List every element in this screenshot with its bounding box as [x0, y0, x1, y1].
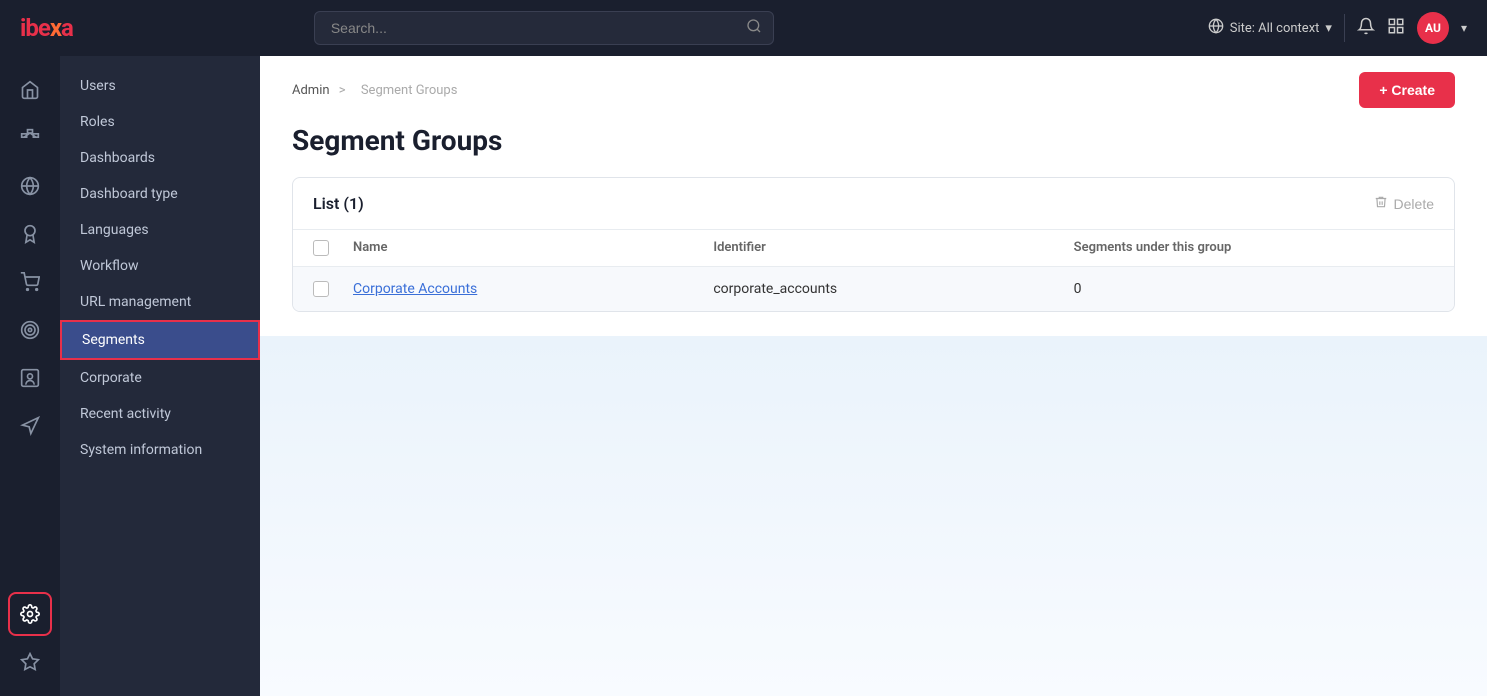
sidebar-icon-diagram[interactable]	[8, 116, 52, 160]
sidebar-item-workflow[interactable]: Workflow	[60, 248, 260, 284]
cell-segments-count: 0	[1074, 281, 1434, 297]
corporate-accounts-link[interactable]: Corporate Accounts	[353, 281, 477, 297]
main-layout: Users Roles Dashboards Dashboard type La…	[0, 56, 1487, 696]
sidebar-item-recent-activity[interactable]: Recent activity	[60, 396, 260, 432]
sidebar-icon-cart[interactable]	[8, 260, 52, 304]
chevron-down-icon: ▾	[1325, 21, 1332, 36]
select-all-checkbox[interactable]	[313, 240, 329, 256]
list-header: List (1) Delete	[293, 178, 1454, 230]
sidebar-icon-globe[interactable]	[8, 164, 52, 208]
search-icon	[746, 18, 762, 38]
top-navigation: ibexa Site: All context ▾ AU ▾	[0, 0, 1487, 56]
site-label: Site: All context	[1230, 21, 1320, 36]
sidebar-icon-person-badge[interactable]	[8, 356, 52, 400]
cell-name: Corporate Accounts	[353, 281, 713, 297]
content-bottom	[260, 336, 1487, 696]
icon-sidebar	[0, 56, 60, 696]
nav-divider	[1344, 14, 1345, 42]
sidebar-icon-gear[interactable]	[8, 592, 52, 636]
content-header: Admin > Segment Groups + Create	[260, 56, 1487, 108]
search-bar-container	[314, 11, 774, 45]
grid-icon[interactable]	[1387, 17, 1405, 40]
avatar[interactable]: AU	[1417, 12, 1449, 44]
sidebar-icon-target[interactable]	[8, 308, 52, 352]
sidebar-item-system-information[interactable]: System information	[60, 432, 260, 468]
page-title: Segment Groups	[260, 108, 1487, 177]
trash-icon	[1374, 195, 1388, 212]
sidebar-item-segments[interactable]: Segments	[60, 320, 260, 360]
breadcrumb-segment-groups: Segment Groups	[361, 83, 458, 98]
globe-icon	[1208, 18, 1224, 38]
row-checkbox-cell	[313, 281, 353, 297]
row-checkbox[interactable]	[313, 281, 329, 297]
list-card: List (1) Delete Name Identifier Segments…	[292, 177, 1455, 312]
table-row: Corporate Accounts corporate_accounts 0	[293, 267, 1454, 311]
site-selector[interactable]: Site: All context ▾	[1208, 18, 1332, 38]
col-header-name: Name	[353, 240, 713, 256]
sidebar-item-dashboard-type[interactable]: Dashboard type	[60, 176, 260, 212]
logo: ibexa	[20, 14, 73, 42]
sidebar-icon-star[interactable]	[8, 640, 52, 684]
sidebar-item-roles[interactable]: Roles	[60, 104, 260, 140]
nav-right: Site: All context ▾ AU ▾	[1208, 12, 1467, 44]
table-header: Name Identifier Segments under this grou…	[293, 230, 1454, 267]
sidebar-item-users[interactable]: Users	[60, 68, 260, 104]
sidebar-item-url-management[interactable]: URL management	[60, 284, 260, 320]
col-header-segments: Segments under this group	[1074, 240, 1434, 256]
avatar-chevron-icon[interactable]: ▾	[1461, 21, 1467, 35]
sidebar-item-corporate[interactable]: Corporate	[60, 360, 260, 396]
breadcrumb: Admin > Segment Groups	[292, 83, 463, 98]
select-all-checkbox-cell	[313, 240, 353, 256]
text-sidebar: Users Roles Dashboards Dashboard type La…	[60, 56, 260, 696]
create-button[interactable]: + Create	[1359, 72, 1455, 108]
sidebar-item-languages[interactable]: Languages	[60, 212, 260, 248]
bell-icon[interactable]	[1357, 17, 1375, 40]
sidebar-icon-megaphone[interactable]	[8, 404, 52, 448]
sidebar-item-dashboards[interactable]: Dashboards	[60, 140, 260, 176]
search-input[interactable]	[314, 11, 774, 45]
sidebar-icon-badge[interactable]	[8, 212, 52, 256]
delete-button[interactable]: Delete	[1374, 195, 1434, 212]
breadcrumb-admin[interactable]: Admin	[292, 83, 330, 98]
sidebar-icon-home[interactable]	[8, 68, 52, 112]
logo-text: ibexa	[20, 14, 73, 42]
col-header-identifier: Identifier	[713, 240, 1073, 256]
breadcrumb-separator: >	[339, 83, 349, 98]
list-title: List (1)	[313, 194, 364, 213]
cell-identifier: corporate_accounts	[713, 281, 1073, 297]
delete-label: Delete	[1394, 196, 1434, 212]
content-area: Admin > Segment Groups + Create Segment …	[260, 56, 1487, 696]
